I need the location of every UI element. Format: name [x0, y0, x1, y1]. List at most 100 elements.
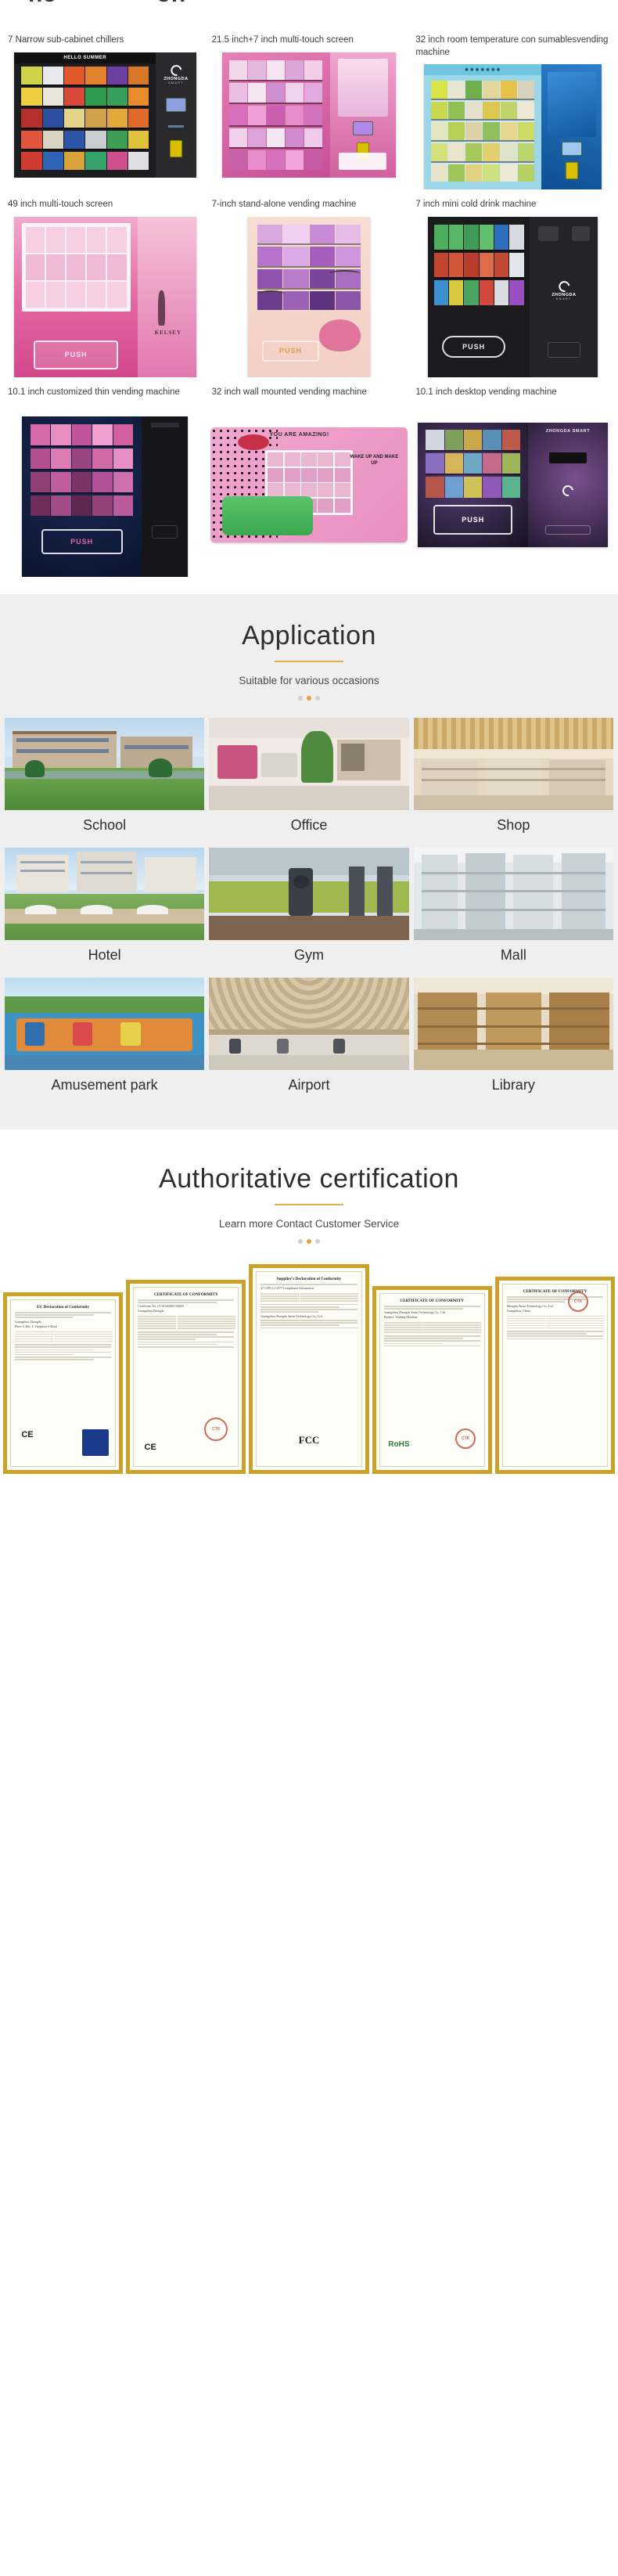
- carousel-dot[interactable]: [298, 1239, 303, 1245]
- product-landing-page: ne on 7 Narrow sub-cabinet chillers HELL…: [0, 0, 618, 1475]
- application-item[interactable]: Hotel: [5, 848, 205, 973]
- application-label: Office: [290, 817, 328, 834]
- brand-logo: ZHONGDA SMART: [552, 279, 576, 301]
- machine-banner: HELLO SUMMER: [14, 52, 156, 64]
- card-reader[interactable]: [537, 226, 559, 241]
- application-item[interactable]: Office: [209, 718, 409, 843]
- keypad[interactable]: [561, 142, 582, 157]
- carousel-dot[interactable]: [298, 696, 303, 701]
- pickup-tray: [221, 496, 314, 536]
- ce-mark-icon: CE: [21, 1430, 34, 1440]
- product-card[interactable]: 7 Narrow sub-cabinet chillers HELLO SUMM…: [6, 28, 204, 189]
- certificate-stamp: CTK: [455, 1429, 476, 1450]
- certificate-heading: Supplier's Declaration of Conformity: [276, 1277, 342, 1282]
- application-item[interactable]: School: [5, 718, 205, 843]
- touch-screen[interactable]: [337, 59, 389, 117]
- carousel-dots[interactable]: [0, 696, 618, 701]
- push-door[interactable]: PUSH: [442, 335, 506, 358]
- product-image[interactable]: PUSH: [210, 217, 408, 378]
- certificate-line: Place 6, Rm. 4, Yangzhou 6 Road: [15, 1324, 57, 1328]
- scene-school[interactable]: [5, 718, 205, 811]
- keypad[interactable]: [352, 121, 373, 135]
- product-title: 32 inch wall mounted vending machine: [211, 387, 367, 398]
- carousel-dot-active[interactable]: [307, 696, 311, 701]
- scene-airport[interactable]: [209, 978, 409, 1071]
- product-card[interactable]: 7-inch stand-alone vending machine PUSH: [210, 193, 408, 378]
- scene-gym[interactable]: [209, 848, 409, 941]
- card-reader[interactable]: [548, 452, 587, 464]
- product-title: 10.1 inch desktop vending machine: [415, 387, 557, 398]
- lash-decal-icon: [329, 269, 361, 278]
- push-door[interactable]: PUSH: [34, 340, 118, 369]
- touch-screen[interactable]: [547, 71, 596, 137]
- certificate-line: Product: Vending Machine: [383, 1315, 418, 1320]
- product-card[interactable]: 32 inch wall mounted vending machine YOU…: [210, 380, 408, 577]
- certificate-stamp: CTK: [204, 1418, 228, 1442]
- coin-slot[interactable]: [169, 140, 182, 157]
- scene-hotel[interactable]: [5, 848, 205, 941]
- scene-amusement-park[interactable]: [5, 978, 205, 1071]
- product-image[interactable]: PUSH ZHONGDA SMART: [414, 217, 612, 378]
- ce-mark-icon: CE: [144, 1442, 156, 1452]
- product-card[interactable]: 49 inch multi-touch screen PUSH KELSEY: [6, 193, 204, 378]
- scene-library[interactable]: [413, 978, 613, 1071]
- product-image[interactable]: PUSH KELSEY: [6, 217, 204, 378]
- application-item[interactable]: Airport: [209, 978, 409, 1103]
- touch-screen[interactable]: [21, 223, 131, 312]
- swirl-icon: [556, 279, 572, 294]
- product-image[interactable]: HELLO SUMMER ZHONGDA SMART: [6, 52, 204, 178]
- product-card[interactable]: 10.1 inch desktop vending machine PUSH Z…: [414, 380, 612, 577]
- certification-section: Authoritative certification Learn more C…: [0, 1129, 618, 1475]
- scene-mall[interactable]: [413, 848, 613, 941]
- push-door[interactable]: PUSH: [433, 505, 513, 535]
- carousel-dot[interactable]: [315, 1239, 320, 1245]
- certificate[interactable]: CERTIFICATE OF CONFORMITY Zhongda Smart …: [494, 1277, 616, 1475]
- card-reader[interactable]: [167, 124, 185, 128]
- certificate[interactable]: EU Declaration of Conformity Guangzhou Z…: [3, 1292, 124, 1475]
- application-item[interactable]: Shop: [413, 718, 613, 843]
- carousel-dot-active[interactable]: [307, 1239, 311, 1245]
- brand-logo: ZHONGDA SMART: [163, 63, 188, 85]
- swirl-icon: [168, 63, 184, 78]
- certificate-company: Guangzhou Zhongda: [138, 1309, 164, 1313]
- application-label: Mall: [500, 947, 526, 964]
- product-title: 7-inch stand-alone vending machine: [211, 200, 357, 210]
- push-door[interactable]: PUSH: [41, 528, 123, 555]
- application-title: Application: [242, 621, 376, 651]
- certificate[interactable]: CERTIFICATE OF CONFORMITY Certificate No…: [126, 1280, 246, 1475]
- pickup-slot: [545, 524, 591, 535]
- carousel-dots[interactable]: [0, 1239, 618, 1245]
- application-item[interactable]: Library: [413, 978, 613, 1103]
- product-title: 49 inch multi-touch screen: [8, 200, 113, 210]
- application-label: Amusement park: [51, 1077, 158, 1093]
- product-image[interactable]: PUSH: [6, 416, 204, 578]
- clipped-text-right: on: [156, 0, 186, 8]
- push-door[interactable]: PUSH: [262, 340, 319, 362]
- certificate[interactable]: CERTIFICATE OF CONFORMITY Guangzhou Zhon…: [372, 1286, 492, 1475]
- product-title: 7 Narrow sub-cabinet chillers: [8, 35, 124, 45]
- product-image[interactable]: ◉ ◉ ◉ ◉ ◉ ◉ ◉: [414, 64, 612, 190]
- product-card[interactable]: 32 inch room temperature con sumablesven…: [414, 28, 612, 190]
- product-image[interactable]: YOU ARE AMAZING! WAKE UP AND MAKE UP: [210, 405, 408, 565]
- product-image[interactable]: PUSH ZHONGDA SMART: [414, 405, 612, 565]
- application-label: Library: [491, 1077, 535, 1093]
- keypad[interactable]: [165, 97, 186, 112]
- coin-slot[interactable]: [565, 161, 578, 179]
- certificate[interactable]: Supplier's Declaration of Conformity 47 …: [249, 1264, 369, 1475]
- certificate-line: Guangzhou, China: [506, 1308, 530, 1313]
- certificate-strip: EU Declaration of Conformity Guangzhou Z…: [0, 1264, 618, 1475]
- application-item[interactable]: Amusement park: [5, 978, 205, 1103]
- product-card[interactable]: 21.5 inch+7 inch multi-touch screen: [210, 28, 408, 189]
- machine-banner: ◉ ◉ ◉ ◉ ◉ ◉ ◉: [423, 64, 542, 76]
- application-item[interactable]: Mall: [413, 848, 613, 973]
- title-underline: [275, 1204, 343, 1206]
- product-card[interactable]: 10.1 inch customized thin vending machin…: [6, 380, 204, 578]
- product-card[interactable]: 7 inch mini cold drink machine PUSH ZHON…: [414, 193, 612, 378]
- application-item[interactable]: Gym: [209, 848, 409, 973]
- coin-return[interactable]: [572, 226, 590, 241]
- scene-office[interactable]: [209, 718, 409, 811]
- product-image[interactable]: [210, 52, 408, 178]
- scene-shop[interactable]: [413, 718, 613, 811]
- title-underline: [275, 661, 343, 663]
- carousel-dot[interactable]: [315, 696, 320, 701]
